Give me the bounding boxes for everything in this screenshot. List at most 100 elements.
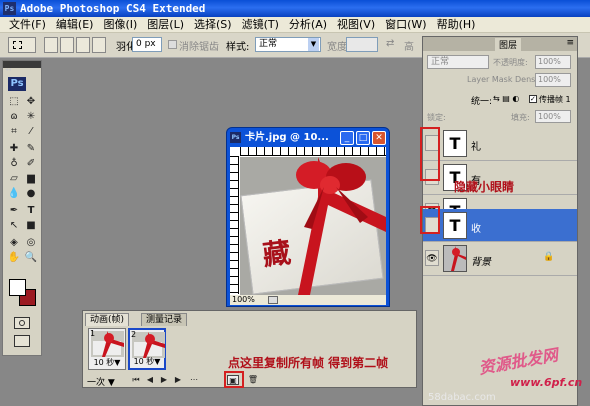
title-bar: Ps Adobe Photoshop CS4 Extended — [0, 0, 590, 17]
width-input[interactable] — [346, 37, 378, 52]
unify-icons[interactable]: ⇆ ▤ ◐ — [493, 94, 519, 103]
clone-stamp-tool-icon[interactable]: ♁ — [7, 158, 21, 170]
gradient-tool-icon[interactable]: ▆ — [24, 173, 38, 185]
move-tool-icon[interactable]: ✥ — [24, 96, 38, 108]
play-icon[interactable]: ▶ — [158, 375, 170, 385]
animation-panel: 动画(帧) 测量记录 1 10 秒▼ 2 10 秒▼ 一次 ▼ ⏮ ◀ ▶ ▶ … — [82, 310, 417, 388]
fill-input[interactable]: 100% — [535, 110, 571, 123]
frame-delay[interactable]: 10 秒▼ — [89, 357, 125, 368]
ps-logo-icon: Ps — [8, 77, 26, 91]
watermark-url: www.6pf.cn — [510, 376, 583, 389]
frame-number: 2 — [131, 330, 137, 339]
crop-tool-icon[interactable]: ⌗ — [7, 126, 21, 138]
dodge-tool-icon[interactable]: ● — [24, 188, 38, 200]
document-window: Ps 卡片.jpg @ 10... _ □ ✕ 藏 100% — [226, 127, 390, 307]
mask-density-input[interactable]: 100% — [535, 73, 571, 87]
blend-mode-select[interactable]: 正常 — [427, 55, 489, 69]
quick-mask-icon — [19, 320, 25, 326]
maximize-button[interactable]: □ — [356, 131, 370, 145]
menu-help[interactable]: 帮助(H) — [432, 17, 481, 33]
3d-orbit-tool-icon[interactable]: ◎ — [24, 237, 38, 249]
first-frame-icon[interactable]: ⏮ — [130, 375, 142, 385]
lasso-tool-icon[interactable]: ɷ — [7, 111, 21, 123]
layer-row[interactable]: T 礼 — [423, 127, 577, 161]
style-value: 正常 — [259, 39, 278, 49]
3d-rotate-tool-icon[interactable]: ◈ — [7, 237, 21, 249]
menu-file[interactable]: 文件(F) — [4, 17, 51, 33]
menu-layer[interactable]: 图层(L) — [142, 17, 189, 33]
close-button[interactable]: ✕ — [372, 131, 386, 145]
foreground-color-swatch[interactable] — [9, 279, 26, 296]
swap-icon[interactable]: ⇄ — [386, 38, 394, 49]
hidden-eyes-highlight — [420, 127, 440, 181]
minimize-button[interactable]: _ — [340, 131, 354, 145]
unify-label: 统一: — [471, 97, 493, 107]
app-title: Adobe Photoshop CS4 Extended — [20, 2, 206, 15]
opacity-input[interactable]: 100% — [535, 55, 571, 69]
eraser-tool-icon[interactable]: ▱ — [7, 173, 21, 185]
panel-menu-icon[interactable]: ≡ — [566, 38, 574, 48]
eyedropper-tool-icon[interactable]: ⁄ — [24, 126, 38, 138]
antialias-checkbox[interactable] — [168, 40, 177, 49]
propagate-checkbox[interactable]: ✓ — [529, 95, 537, 103]
screen-mode-button[interactable] — [14, 335, 30, 347]
path-selection-tool-icon[interactable]: ↖ — [7, 220, 21, 232]
loop-select[interactable]: 一次 ▼ — [87, 375, 115, 388]
brush-tool-icon[interactable]: ✎ — [24, 143, 38, 155]
previous-frame-icon[interactable]: ◀ — [144, 375, 156, 385]
hand-tool-icon[interactable]: ✋ — [7, 252, 21, 264]
text-layer-thumbnail: T — [443, 212, 467, 239]
marquee-preset-button[interactable] — [8, 37, 36, 53]
menu-filter[interactable]: 滤镜(T) — [237, 17, 284, 33]
copy-frames-annotation: 点这里复制所有帧 得到第二帧 — [228, 356, 389, 370]
frame-delay[interactable]: 10 秒▼ — [130, 356, 164, 367]
zoom-tool-icon[interactable]: 🔍 — [24, 252, 38, 264]
delete-frame-icon[interactable]: 🗑 — [247, 375, 259, 385]
frame-thumbnail-bow — [134, 332, 165, 358]
hide-eye-annotation: 隐藏小眼睛 — [454, 180, 515, 194]
magic-wand-tool-icon[interactable]: ✳ — [24, 111, 38, 123]
pen-tool-icon[interactable]: ✒ — [7, 205, 21, 217]
horizontal-ruler — [240, 147, 386, 156]
photoshop-icon: Ps — [3, 2, 16, 15]
propagate-label: 传播帧 1 — [539, 95, 571, 104]
layer-row[interactable]: 👁 背景 🔒 — [423, 242, 577, 276]
menu-select[interactable]: 选择(S) — [189, 17, 237, 33]
new-selection-button[interactable] — [44, 37, 58, 53]
history-brush-tool-icon[interactable]: ✐ — [24, 158, 38, 170]
status-menu-icon[interactable] — [268, 296, 278, 304]
menu-view[interactable]: 视图(V) — [332, 17, 380, 33]
zoom-level[interactable]: 100% — [232, 295, 255, 304]
menu-image[interactable]: 图像(I) — [98, 17, 142, 33]
menu-edit[interactable]: 编辑(E) — [51, 17, 99, 33]
tools-header[interactable]: ◂◂ — [3, 61, 41, 73]
healing-brush-tool-icon[interactable]: ✚ — [7, 143, 21, 155]
marquee-tool-icon[interactable]: ⬚ — [7, 96, 21, 108]
tween-icon[interactable]: ⋯ — [188, 375, 200, 385]
add-selection-button[interactable] — [60, 37, 74, 53]
next-frame-icon[interactable]: ▶ — [172, 375, 184, 385]
document-status-bar: 100% — [230, 295, 386, 305]
tab-animation[interactable]: 动画(帧) — [85, 313, 130, 326]
quick-mask-button[interactable] — [14, 317, 30, 329]
menu-analysis[interactable]: 分析(A) — [284, 17, 332, 33]
style-select[interactable]: 正常 ▼ — [255, 37, 321, 52]
height-label: 高 — [404, 42, 414, 53]
blur-tool-icon[interactable]: 💧 — [7, 188, 21, 200]
eye-icon[interactable]: 👁 — [425, 250, 439, 266]
subtract-selection-button[interactable] — [76, 37, 90, 53]
menu-window[interactable]: 窗口(W) — [380, 17, 431, 33]
shape-tool-icon[interactable]: ■ — [24, 220, 38, 232]
animation-frame-1[interactable]: 1 10 秒▼ — [88, 328, 126, 370]
antialias-label: 消除锯齿 — [179, 42, 219, 53]
feather-input[interactable]: 0 px — [132, 37, 162, 52]
type-tool-icon[interactable]: T — [24, 205, 38, 217]
card-image: 藏 — [240, 157, 386, 295]
tab-layers[interactable]: 图层 — [495, 38, 522, 51]
ribbon-bow-icon — [296, 157, 386, 295]
canvas-area[interactable]: 藏 100% — [230, 147, 386, 305]
animation-frame-2[interactable]: 2 10 秒▼ — [128, 328, 166, 370]
layer-row-selected[interactable]: T 收 — [423, 209, 577, 242]
intersect-selection-button[interactable] — [92, 37, 106, 53]
tab-measurement-log[interactable]: 测量记录 — [141, 313, 188, 326]
